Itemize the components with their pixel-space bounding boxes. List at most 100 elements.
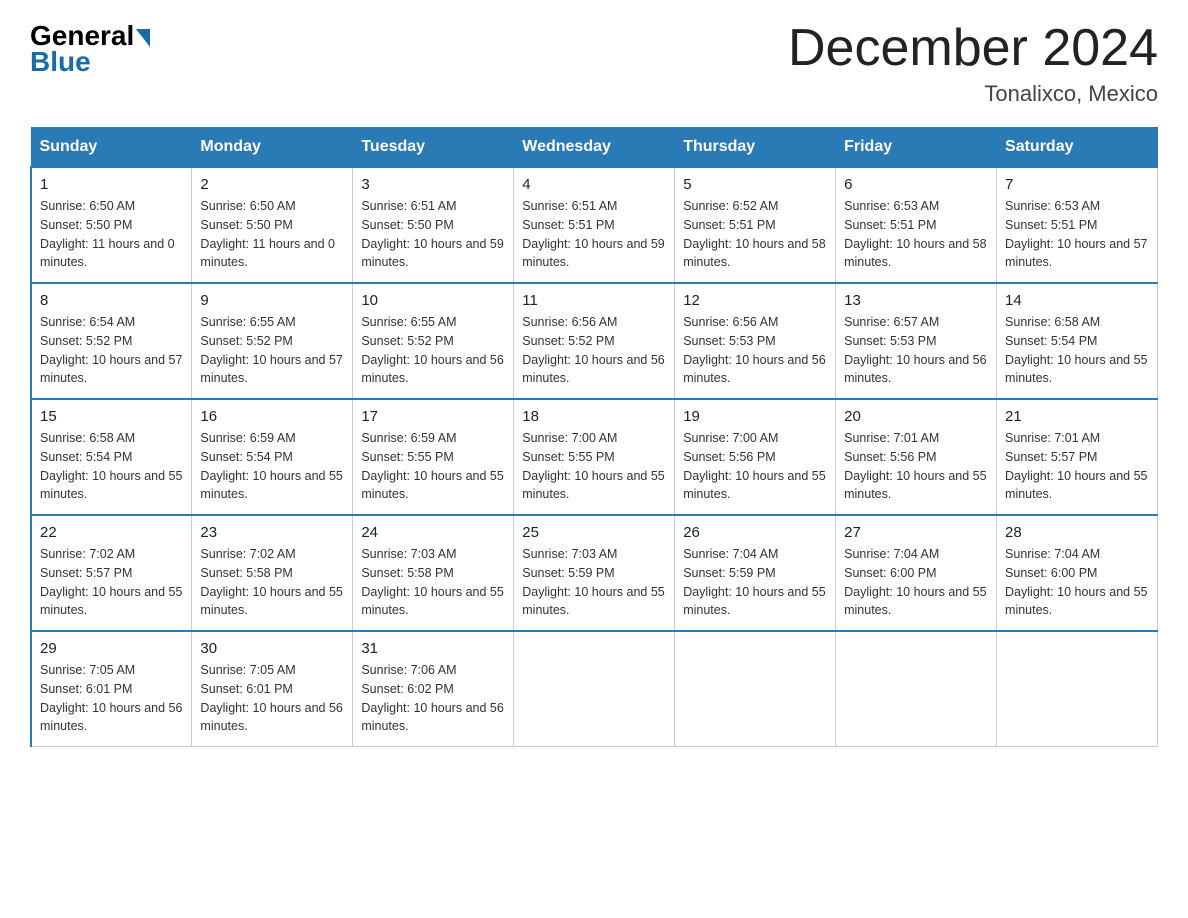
calendar-cell: 15 Sunrise: 6:58 AM Sunset: 5:54 PM Dayl… (31, 399, 192, 515)
col-sunday: Sunday (31, 128, 192, 168)
calendar-cell (997, 631, 1158, 747)
calendar-cell: 20 Sunrise: 7:01 AM Sunset: 5:56 PM Dayl… (836, 399, 997, 515)
day-number: 10 (361, 292, 505, 309)
sunset-label: Sunset: 5:59 PM (683, 566, 775, 580)
calendar-cell: 2 Sunrise: 6:50 AM Sunset: 5:50 PM Dayli… (192, 167, 353, 283)
days-of-week-row: Sunday Monday Tuesday Wednesday Thursday… (31, 128, 1158, 168)
sunrise-label: Sunrise: 6:54 AM (40, 315, 135, 329)
calendar-cell: 28 Sunrise: 7:04 AM Sunset: 6:00 PM Dayl… (997, 515, 1158, 631)
sunrise-label: Sunrise: 7:05 AM (200, 663, 295, 677)
col-wednesday: Wednesday (514, 128, 675, 168)
sunset-label: Sunset: 5:51 PM (522, 218, 614, 232)
sunrise-label: Sunrise: 7:04 AM (1005, 547, 1100, 561)
sunset-label: Sunset: 5:57 PM (1005, 450, 1097, 464)
sunrise-label: Sunrise: 7:02 AM (200, 547, 295, 561)
day-number: 23 (200, 524, 344, 541)
sunset-label: Sunset: 6:00 PM (1005, 566, 1097, 580)
daylight-label: Daylight: 10 hours and 57 minutes. (200, 353, 342, 386)
day-info: Sunrise: 6:52 AM Sunset: 5:51 PM Dayligh… (683, 197, 827, 272)
day-number: 17 (361, 408, 505, 425)
day-info: Sunrise: 6:57 AM Sunset: 5:53 PM Dayligh… (844, 313, 988, 388)
daylight-label: Daylight: 10 hours and 55 minutes. (522, 469, 664, 502)
logo-blue-text: Blue (30, 46, 91, 78)
sunset-label: Sunset: 5:52 PM (200, 334, 292, 348)
calendar-cell: 7 Sunrise: 6:53 AM Sunset: 5:51 PM Dayli… (997, 167, 1158, 283)
sunset-label: Sunset: 5:54 PM (200, 450, 292, 464)
day-number: 5 (683, 176, 827, 193)
sunrise-label: Sunrise: 6:56 AM (683, 315, 778, 329)
sunrise-label: Sunrise: 6:50 AM (200, 199, 295, 213)
sunrise-label: Sunrise: 7:03 AM (361, 547, 456, 561)
day-number: 16 (200, 408, 344, 425)
day-number: 15 (40, 408, 183, 425)
day-info: Sunrise: 7:05 AM Sunset: 6:01 PM Dayligh… (40, 661, 183, 736)
daylight-label: Daylight: 10 hours and 55 minutes. (683, 469, 825, 502)
sunrise-label: Sunrise: 7:03 AM (522, 547, 617, 561)
day-number: 6 (844, 176, 988, 193)
day-number: 27 (844, 524, 988, 541)
day-info: Sunrise: 6:56 AM Sunset: 5:52 PM Dayligh… (522, 313, 666, 388)
day-number: 12 (683, 292, 827, 309)
logo-arrow-icon (136, 29, 150, 47)
calendar-cell: 24 Sunrise: 7:03 AM Sunset: 5:58 PM Dayl… (353, 515, 514, 631)
day-number: 8 (40, 292, 183, 309)
daylight-label: Daylight: 10 hours and 55 minutes. (1005, 353, 1147, 386)
day-number: 21 (1005, 408, 1149, 425)
daylight-label: Daylight: 10 hours and 58 minutes. (844, 237, 986, 270)
calendar-cell: 30 Sunrise: 7:05 AM Sunset: 6:01 PM Dayl… (192, 631, 353, 747)
sunrise-label: Sunrise: 6:59 AM (361, 431, 456, 445)
sunset-label: Sunset: 5:58 PM (361, 566, 453, 580)
logo: General Blue (30, 20, 150, 78)
sunset-label: Sunset: 5:51 PM (1005, 218, 1097, 232)
daylight-label: Daylight: 10 hours and 55 minutes. (200, 469, 342, 502)
calendar-cell (514, 631, 675, 747)
sunrise-label: Sunrise: 6:50 AM (40, 199, 135, 213)
day-number: 4 (522, 176, 666, 193)
day-info: Sunrise: 7:03 AM Sunset: 5:59 PM Dayligh… (522, 545, 666, 620)
week-row-2: 8 Sunrise: 6:54 AM Sunset: 5:52 PM Dayli… (31, 283, 1158, 399)
sunset-label: Sunset: 6:01 PM (40, 682, 132, 696)
sunrise-label: Sunrise: 6:58 AM (1005, 315, 1100, 329)
sunrise-label: Sunrise: 6:51 AM (522, 199, 617, 213)
day-info: Sunrise: 7:00 AM Sunset: 5:55 PM Dayligh… (522, 429, 666, 504)
day-info: Sunrise: 6:50 AM Sunset: 5:50 PM Dayligh… (200, 197, 344, 272)
calendar-cell: 21 Sunrise: 7:01 AM Sunset: 5:57 PM Dayl… (997, 399, 1158, 515)
day-number: 22 (40, 524, 183, 541)
daylight-label: Daylight: 10 hours and 57 minutes. (40, 353, 182, 386)
calendar-cell: 26 Sunrise: 7:04 AM Sunset: 5:59 PM Dayl… (675, 515, 836, 631)
day-info: Sunrise: 7:05 AM Sunset: 6:01 PM Dayligh… (200, 661, 344, 736)
calendar-cell: 3 Sunrise: 6:51 AM Sunset: 5:50 PM Dayli… (353, 167, 514, 283)
day-info: Sunrise: 6:51 AM Sunset: 5:50 PM Dayligh… (361, 197, 505, 272)
week-row-3: 15 Sunrise: 6:58 AM Sunset: 5:54 PM Dayl… (31, 399, 1158, 515)
day-number: 29 (40, 640, 183, 657)
day-number: 2 (200, 176, 344, 193)
day-number: 30 (200, 640, 344, 657)
week-row-1: 1 Sunrise: 6:50 AM Sunset: 5:50 PM Dayli… (31, 167, 1158, 283)
day-number: 20 (844, 408, 988, 425)
calendar-cell: 18 Sunrise: 7:00 AM Sunset: 5:55 PM Dayl… (514, 399, 675, 515)
sunrise-label: Sunrise: 7:02 AM (40, 547, 135, 561)
daylight-label: Daylight: 10 hours and 58 minutes. (683, 237, 825, 270)
daylight-label: Daylight: 10 hours and 55 minutes. (361, 585, 503, 618)
day-info: Sunrise: 6:53 AM Sunset: 5:51 PM Dayligh… (1005, 197, 1149, 272)
sunset-label: Sunset: 5:56 PM (844, 450, 936, 464)
calendar-cell: 12 Sunrise: 6:56 AM Sunset: 5:53 PM Dayl… (675, 283, 836, 399)
sunset-label: Sunset: 5:50 PM (40, 218, 132, 232)
calendar-cell: 29 Sunrise: 7:05 AM Sunset: 6:01 PM Dayl… (31, 631, 192, 747)
daylight-label: Daylight: 10 hours and 57 minutes. (1005, 237, 1147, 270)
day-info: Sunrise: 7:02 AM Sunset: 5:57 PM Dayligh… (40, 545, 183, 620)
sunset-label: Sunset: 5:57 PM (40, 566, 132, 580)
daylight-label: Daylight: 10 hours and 59 minutes. (522, 237, 664, 270)
day-info: Sunrise: 7:06 AM Sunset: 6:02 PM Dayligh… (361, 661, 505, 736)
daylight-label: Daylight: 10 hours and 55 minutes. (361, 469, 503, 502)
day-info: Sunrise: 7:04 AM Sunset: 6:00 PM Dayligh… (844, 545, 988, 620)
daylight-label: Daylight: 10 hours and 59 minutes. (361, 237, 503, 270)
day-number: 18 (522, 408, 666, 425)
sunset-label: Sunset: 5:51 PM (683, 218, 775, 232)
daylight-label: Daylight: 10 hours and 56 minutes. (361, 701, 503, 734)
daylight-label: Daylight: 11 hours and 0 minutes. (40, 237, 175, 270)
daylight-label: Daylight: 10 hours and 56 minutes. (40, 701, 182, 734)
sunrise-label: Sunrise: 7:00 AM (683, 431, 778, 445)
sunset-label: Sunset: 5:54 PM (1005, 334, 1097, 348)
sunset-label: Sunset: 5:53 PM (683, 334, 775, 348)
